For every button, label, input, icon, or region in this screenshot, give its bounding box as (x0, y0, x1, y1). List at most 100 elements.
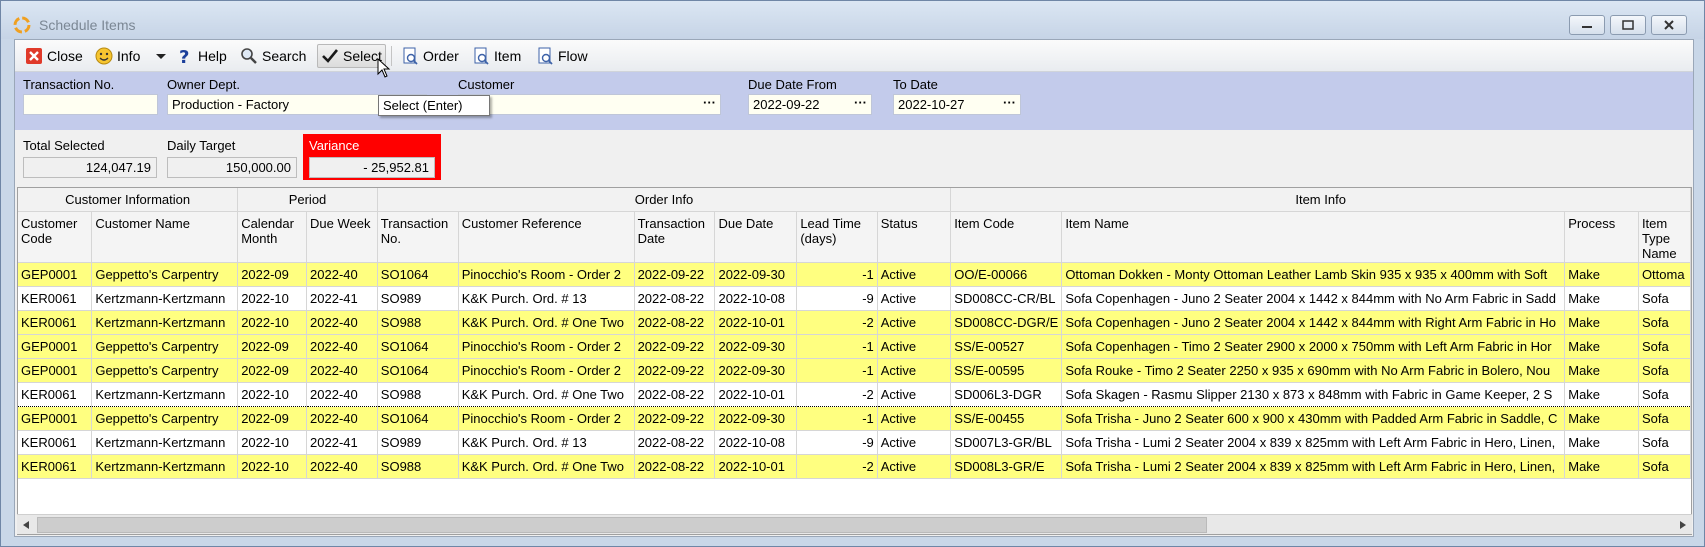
column-header-item-code[interactable]: Item Code (950, 211, 1063, 263)
schedule-items-table: Customer Information Period Order Info I… (18, 188, 1691, 479)
cell-transaction-date: 2022-08-22 (634, 381, 716, 407)
due-date-from-picker-button[interactable]: ··· (854, 95, 867, 110)
table-row[interactable]: KER0061 Kertzmann-Kertzmann 2022-10 2022-40… (18, 310, 1691, 335)
table-row[interactable]: GEP0001 Geppetto's Carpentry 2022-09 2022-4… (18, 358, 1691, 383)
maximize-button[interactable] (1610, 15, 1646, 35)
transaction-no-input[interactable] (23, 94, 158, 115)
cell-process: Make (1564, 454, 1639, 479)
cell-status: Active (877, 262, 952, 287)
column-header-customer-code[interactable]: Customer Code (18, 211, 93, 263)
cell-transaction-no: SO1064 (377, 262, 459, 287)
cell-process: Make (1564, 262, 1639, 287)
cell-customer-reference: K&K Purch. Ord. # One Two (458, 381, 635, 407)
table-row[interactable]: GEP0001 Geppetto's Carpentry 2022-09 2022-4… (18, 334, 1691, 359)
table-row[interactable]: KER0061 Kertzmann-Kertzmann 2022-10 2022-41… (18, 286, 1691, 311)
scroll-right-icon[interactable] (1678, 520, 1688, 530)
search-button[interactable]: Search (237, 44, 309, 68)
magnifier-icon (241, 48, 257, 64)
flow-button[interactable]: Flow (533, 44, 591, 68)
cell-due-week: 2022-41 (306, 430, 378, 455)
cell-customer-code: GEP0001 (18, 358, 93, 383)
close-button[interactable]: Close (22, 44, 86, 68)
total-selected-label: Total Selected (23, 138, 105, 153)
column-header-status[interactable]: Status (877, 211, 952, 263)
help-label: Help (198, 48, 227, 64)
to-date-picker-button[interactable]: ··· (1003, 95, 1016, 110)
table-row[interactable]: GEP0001 Geppetto's Carpentry 2022-09 2022-4… (18, 262, 1691, 287)
question-mark-icon: ? (179, 47, 189, 65)
cell-transaction-date: 2022-08-22 (634, 286, 716, 311)
svg-text:?: ? (179, 47, 189, 65)
due-date-from-input[interactable]: 2022-09-22 ··· (748, 94, 872, 115)
cell-item-type-name: Sofa (1638, 310, 1691, 335)
column-header-process[interactable]: Process (1564, 211, 1639, 263)
cell-calendar-month: 2022-09 (237, 334, 308, 359)
table-row[interactable]: KER0061 Kertzmann-Kertzmann 2022-10 2022-40… (18, 454, 1691, 479)
info-dropdown-button[interactable] (152, 44, 170, 68)
column-header-item-name[interactable]: Item Name (1061, 211, 1566, 263)
scroll-left-icon[interactable] (21, 520, 31, 530)
cell-item-type-name: Ottoma (1638, 262, 1691, 287)
due-date-from-value: 2022-09-22 (753, 97, 820, 112)
column-header-transaction-date[interactable]: Transaction Date (634, 211, 716, 263)
customer-input[interactable]: ··· (458, 94, 721, 115)
column-header-due-week[interactable]: Due Week (306, 211, 378, 263)
info-button[interactable]: Info (92, 44, 143, 68)
cell-customer-name: Geppetto's Carpentry (91, 358, 239, 383)
cell-customer-name: Geppetto's Carpentry (91, 406, 239, 431)
table-row[interactable]: GEP0001 Geppetto's Carpentry 2022-09 2022-4… (18, 406, 1691, 431)
minimize-icon (1582, 26, 1592, 28)
customer-lookup-button[interactable]: ··· (703, 95, 716, 110)
cell-process: Make (1564, 430, 1639, 455)
cell-item-code: SS/E-00527 (950, 334, 1063, 359)
table-row[interactable]: KER0061 Kertzmann-Kertzmann 2022-10 2022-40… (18, 381, 1691, 407)
cell-transaction-no: SO1064 (377, 334, 459, 359)
column-header-customer-reference[interactable]: Customer Reference (458, 211, 635, 263)
cell-due-week: 2022-41 (306, 286, 378, 311)
smiley-info-icon (95, 47, 113, 65)
cell-transaction-date: 2022-09-22 (634, 358, 716, 383)
minimize-button[interactable] (1569, 15, 1605, 35)
cell-customer-name: Kertzmann-Kertzmann (91, 286, 239, 311)
horizontal-scrollbar[interactable] (17, 514, 1692, 534)
cell-process: Make (1564, 334, 1639, 359)
owner-dept-label: Owner Dept. (167, 77, 240, 92)
cell-lead-time: -1 (796, 406, 878, 431)
cell-item-code: SS/E-00595 (950, 358, 1063, 383)
to-date-input[interactable]: 2022-10-27 ··· (893, 94, 1021, 115)
column-header-calendar-month[interactable]: Calendar Month (237, 211, 308, 263)
column-header-item-type-name[interactable]: Item Type Name (1638, 211, 1691, 263)
cell-item-name: Ottoman Dokken - Monty Ottoman Leather L… (1061, 262, 1566, 287)
column-header-lead-time[interactable]: Lead Time (days) (796, 211, 878, 263)
restore-icon (1622, 20, 1634, 30)
column-header-transaction-no[interactable]: Transaction No. (377, 211, 459, 263)
cell-calendar-month: 2022-09 (237, 358, 308, 383)
dropdown-arrow-icon (156, 54, 166, 59)
order-button[interactable]: Order (398, 44, 462, 68)
close-window-button[interactable] (1651, 15, 1687, 35)
select-button[interactable]: Select (317, 44, 386, 68)
cell-due-week: 2022-40 (306, 310, 378, 335)
app-logo-icon (13, 16, 31, 34)
cell-status: Active (877, 430, 952, 455)
help-button[interactable]: ? Help (173, 44, 230, 68)
table-row[interactable]: KER0061 Kertzmann-Kertzmann 2022-10 2022-41… (18, 430, 1691, 455)
cell-process: Make (1564, 381, 1639, 407)
cell-item-code: SD008CC-CR/BL (950, 286, 1063, 311)
cell-due-date: 2022-09-30 (714, 358, 798, 383)
cell-lead-time: -2 (796, 381, 878, 407)
scroll-thumb[interactable] (37, 517, 1207, 533)
cell-customer-code: GEP0001 (18, 262, 93, 287)
cell-due-date: 2022-10-01 (714, 381, 798, 407)
cell-item-code: SD006L3-DGR (950, 381, 1063, 407)
cell-item-code: SD007L3-GR/BL (950, 430, 1063, 455)
column-header-customer-name[interactable]: Customer Name (91, 211, 239, 263)
cell-item-name: Sofa Trisha - Juno 2 Seater 600 x 900 x … (1061, 406, 1566, 431)
column-header-due-date[interactable]: Due Date (714, 211, 798, 263)
cell-transaction-date: 2022-08-22 (634, 310, 716, 335)
item-button[interactable]: Item (469, 44, 524, 68)
cell-lead-time: -1 (796, 262, 878, 287)
cell-lead-time: -2 (796, 454, 878, 479)
cell-transaction-date: 2022-08-22 (634, 454, 716, 479)
schedule-items-window: Schedule Items Close Info ? Help Search … (0, 0, 1705, 547)
